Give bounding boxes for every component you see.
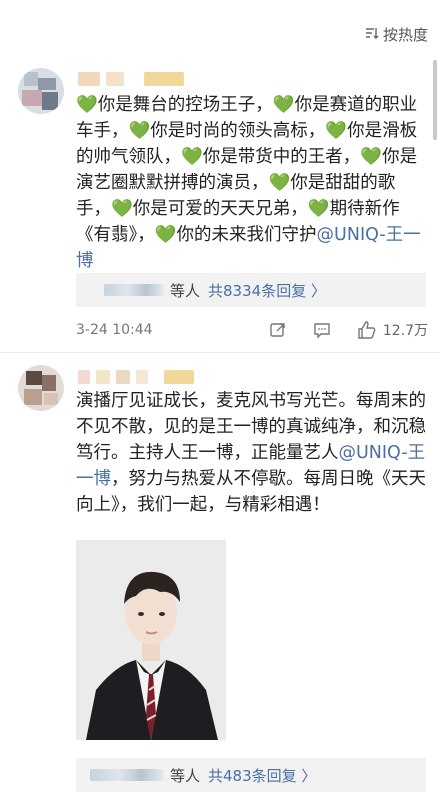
comment-text: 你的未来我们守护 (176, 225, 317, 245)
scrollbar[interactable] (433, 60, 437, 140)
divider (0, 352, 440, 353)
green-heart-icon: 💚 (128, 121, 151, 141)
green-heart-icon: 💚 (76, 95, 98, 115)
comment-body: 💚你是舞台的控场王子，💚你是赛道的职业车手，💚你是时尚的领头高标，💚你是滑板的帅… (76, 92, 428, 274)
reply-count-link[interactable]: 共8334条回复 〉 (208, 280, 326, 301)
comment-time: 3-24 10:44 (76, 322, 153, 338)
sort-label: 按热度 (382, 26, 428, 44)
like-button[interactable]: 12.7万 (357, 320, 428, 340)
reply-usernames-blurred (90, 769, 164, 781)
reply-button[interactable] (313, 321, 331, 339)
comment-body: 演播厅见证成长，麦克风书写光芒。每周末的不见不散，见的是王一博的真诚纯净，和沉稳… (76, 388, 428, 518)
green-heart-icon: 💚 (360, 147, 383, 167)
green-heart-icon: 💚 (272, 95, 295, 115)
comment-text: 你是可爱的天天兄弟， (132, 199, 308, 219)
portrait-image (76, 540, 226, 740)
green-heart-icon: 💚 (268, 173, 291, 193)
thumbs-up-icon (358, 321, 376, 339)
like-count: 12.7万 (382, 323, 428, 339)
comment-text: 你是时尚的领头高标， (150, 121, 326, 141)
sort-by-hot-button[interactable]: 按热度 (365, 24, 428, 45)
green-heart-icon: 💚 (307, 199, 330, 219)
portrait-photo[interactable] (76, 540, 226, 740)
comment-text: 你是舞台的控场王子， (97, 95, 273, 115)
replies-preview[interactable]: 等人 共483条回复 〉 (76, 758, 426, 792)
reply-suffix: 等人 (170, 766, 201, 785)
comment-actions: 3-24 10:44 12.7万 (76, 315, 428, 345)
reply-suffix: 等人 (170, 281, 201, 300)
avatar[interactable] (18, 68, 64, 114)
green-heart-icon: 💚 (181, 147, 203, 167)
share-icon (270, 323, 285, 337)
share-button[interactable] (269, 321, 287, 339)
reply-usernames-blurred (104, 284, 164, 296)
green-heart-icon: 💚 (325, 121, 348, 141)
comment-icon (314, 323, 330, 339)
avatar[interactable] (18, 365, 64, 411)
sort-icon (365, 26, 379, 44)
replies-preview[interactable]: 等人 共8334条回复 〉 (76, 273, 426, 307)
comment-text: 你是带货中的王者， (202, 147, 361, 167)
username-blurred[interactable] (78, 72, 184, 88)
comment-text: ，努力与热爱从不停歇。每周日晚《天天向上》，我们一起，与精彩相遇！ (76, 469, 426, 515)
reply-count-link[interactable]: 共483条回复 〉 (208, 765, 316, 786)
username-blurred[interactable] (78, 370, 194, 386)
green-heart-icon: 💚 (111, 199, 133, 219)
green-heart-icon: 💚 (154, 225, 177, 245)
